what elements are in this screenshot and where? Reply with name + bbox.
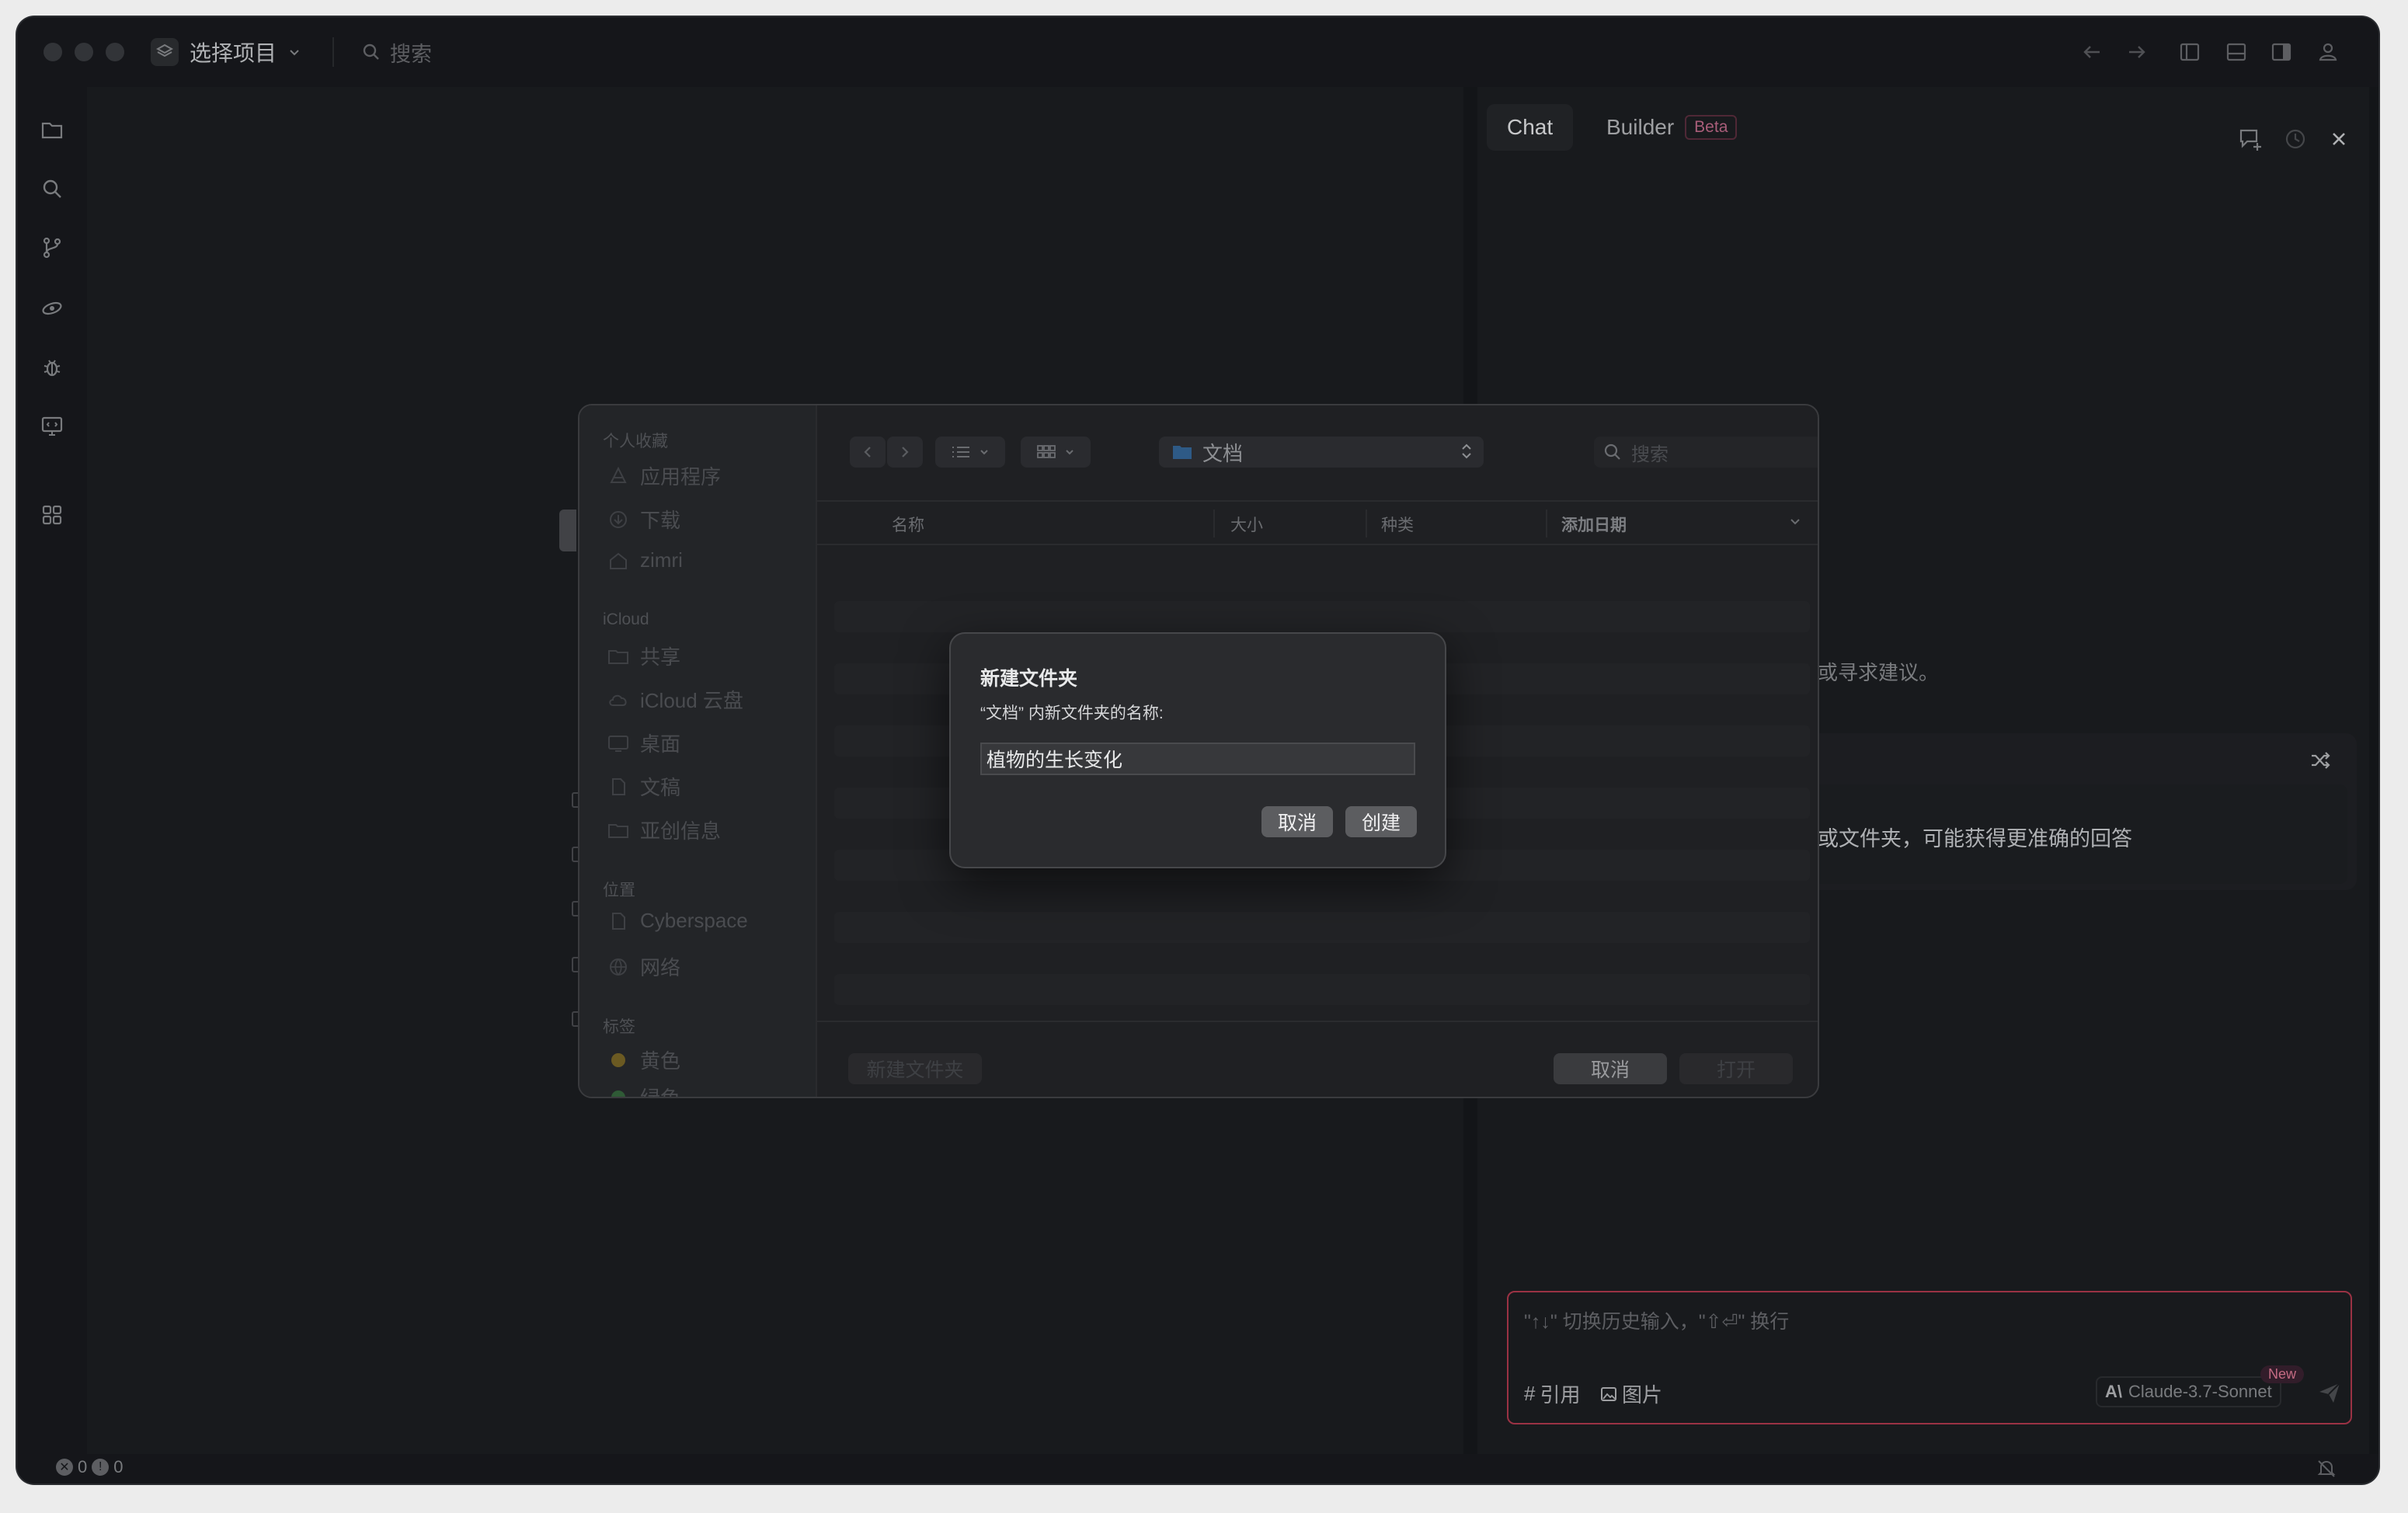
file-search-input[interactable]: 搜索 <box>1594 437 1818 468</box>
list-view-button[interactable] <box>935 437 1005 468</box>
column-name[interactable]: 名称 <box>892 513 924 536</box>
folder-icon <box>1171 443 1193 461</box>
sidebar-item-label: 应用程序 <box>640 465 722 489</box>
sidebar-item-shared[interactable]: 共享 <box>607 642 680 670</box>
sort-chevron-icon <box>1788 514 1802 528</box>
file-row <box>834 601 1810 632</box>
search-icon <box>1603 443 1622 461</box>
path-selector[interactable]: 文档 <box>1159 437 1484 468</box>
column-size[interactable]: 大小 <box>1230 513 1263 536</box>
sidebar-item-folder[interactable]: 亚创信息 <box>607 816 721 844</box>
sidebar-item-downloads[interactable]: 下载 <box>607 505 680 534</box>
file-dialog-footer: 新建文件夹 取消 打开 <box>817 1021 1818 1097</box>
cancel-button[interactable]: 取消 <box>1554 1053 1667 1084</box>
new-folder-sheet: 新建文件夹 “文档” 内新文件夹的名称: 取消 创建 <box>949 632 1446 868</box>
globe-icon <box>607 956 629 978</box>
locations-header: 位置 <box>603 882 635 899</box>
sidebar-item-label: 下载 <box>640 509 681 532</box>
disk-icon <box>607 910 629 932</box>
sidebar-item-label: 文稿 <box>640 776 681 799</box>
app-window: 选择项目 搜索 Chat Builder Beta 或寻求建议。 或文件夹，可能… <box>17 17 2378 1483</box>
sidebar-item-label: 共享 <box>640 645 681 669</box>
sidebar-item-label: iCloud 云盘 <box>640 689 743 712</box>
sidebar-item-icloud-drive[interactable]: iCloud 云盘 <box>607 685 743 714</box>
file-row <box>834 974 1810 1005</box>
file-row <box>834 912 1810 943</box>
sidebar-item-label: zimri <box>640 548 683 572</box>
file-list-header: 名称 大小 种类 添加日期 <box>817 502 1818 545</box>
sidebar-item-documents[interactable]: 文稿 <box>607 772 680 801</box>
sidebar-item-cyberspace[interactable]: Cyberspace <box>607 909 748 933</box>
file-search-placeholder: 搜索 <box>1631 443 1669 465</box>
sidebar-item-desktop[interactable]: 桌面 <box>607 729 680 757</box>
sheet-message: “文档” 内新文件夹的名称: <box>980 704 1164 722</box>
sidebar-item-label: 绿色 <box>640 1087 681 1098</box>
sheet-title: 新建文件夹 <box>980 668 1078 690</box>
sheet-create-button[interactable]: 创建 <box>1345 806 1417 837</box>
sidebar-item-label: 网络 <box>640 956 681 979</box>
file-dialog-sidebar: 个人收藏 应用程序 下载 zimri iCloud 共享 iCloud 云盘 桌… <box>579 405 817 1098</box>
column-date-added[interactable]: 添加日期 <box>1561 513 1627 536</box>
sidebar-item-tag-green[interactable]: 绿色 <box>607 1083 681 1098</box>
open-button[interactable]: 打开 <box>1679 1053 1793 1084</box>
downloads-icon <box>607 509 629 530</box>
shared-folder-icon <box>607 645 629 667</box>
sheet-cancel-button[interactable]: 取消 <box>1261 806 1333 837</box>
sidebar-item-label: 桌面 <box>640 732 681 756</box>
folder-icon <box>607 819 629 841</box>
new-folder-button[interactable]: 新建文件夹 <box>848 1053 982 1084</box>
cloud-icon <box>607 689 629 711</box>
icloud-header: iCloud <box>603 610 649 628</box>
green-tag-dot <box>607 1087 629 1097</box>
favorites-header: 个人收藏 <box>603 433 668 450</box>
sidebar-item-network[interactable]: 网络 <box>607 952 680 981</box>
applications-icon <box>607 465 629 487</box>
column-kind[interactable]: 种类 <box>1381 513 1414 536</box>
sidebar-item-home[interactable]: zimri <box>607 548 683 572</box>
document-icon <box>607 776 629 798</box>
back-button[interactable] <box>850 437 886 468</box>
file-dialog-toolbar: 文档 搜索 <box>817 405 1818 502</box>
sidebar-item-applications[interactable]: 应用程序 <box>607 461 721 490</box>
desktop-icon <box>607 732 629 754</box>
tags-header: 标签 <box>603 1018 635 1036</box>
updown-chevron-icon <box>1460 441 1473 461</box>
home-icon <box>607 550 629 572</box>
forward-button[interactable] <box>887 437 923 468</box>
sidebar-item-label: 黄色 <box>640 1049 681 1073</box>
sidebar-item-tag-yellow[interactable]: 黄色 <box>607 1045 680 1074</box>
folder-name-input[interactable] <box>980 743 1415 775</box>
yellow-tag-dot <box>607 1049 629 1071</box>
grid-view-button[interactable] <box>1021 437 1091 468</box>
sidebar-item-label: 亚创信息 <box>640 819 722 843</box>
path-label: 文档 <box>1202 441 1244 465</box>
sidebar-item-label: Cyberspace <box>640 909 748 932</box>
